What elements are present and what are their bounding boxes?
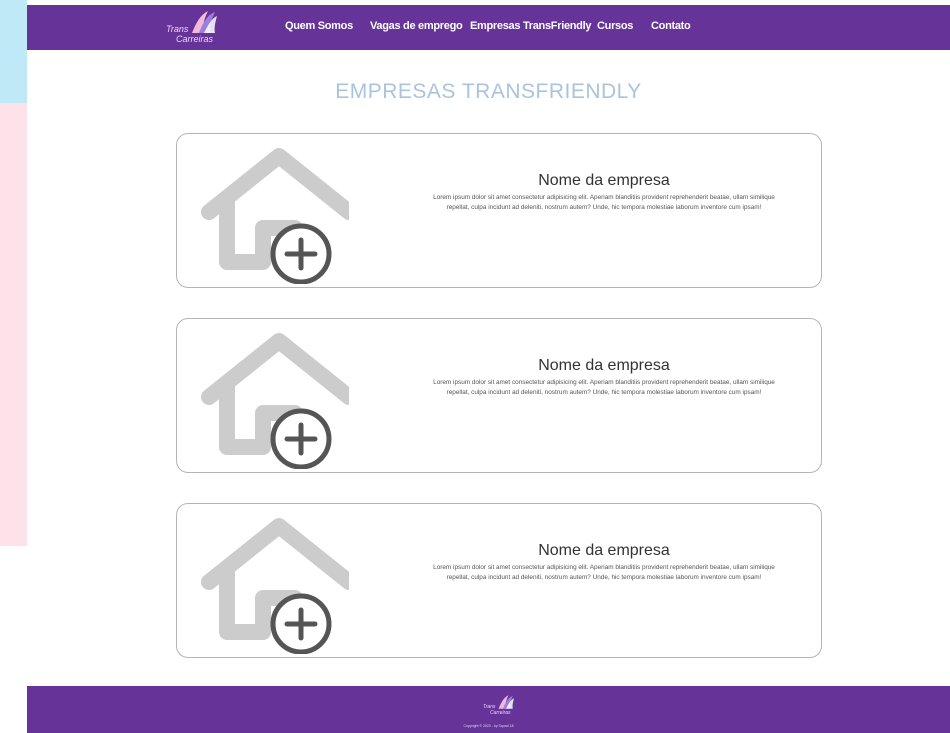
main-nav: Quem Somos Vagas de emprego Empresas Tra… bbox=[27, 5, 950, 50]
company-info: Nome da empresa Lorem ipsum dolor sit am… bbox=[424, 542, 784, 583]
footer-logo[interactable]: Trans Carreiras bbox=[483, 694, 523, 718]
nav-contato[interactable]: Contato bbox=[651, 20, 691, 32]
footer: Trans Carreiras Copyright © 2023 - by Sq… bbox=[27, 686, 950, 733]
company-description: Lorem ipsum dolor sit amet consectetur a… bbox=[433, 194, 775, 211]
nav-vagas-de-emprego[interactable]: Vagas de emprego bbox=[370, 20, 463, 32]
company-description: Lorem ipsum dolor sit amet consectetur a… bbox=[433, 564, 775, 581]
nav-cursos[interactable]: Cursos bbox=[597, 20, 633, 32]
side-decoration-blue bbox=[0, 0, 27, 103]
copyright-text: Copyright © 2023 - by Squad 18 bbox=[463, 724, 514, 728]
nav-quem-somos[interactable]: Quem Somos bbox=[285, 20, 353, 32]
company-name: Nome da empresa bbox=[538, 542, 670, 559]
company-card[interactable]: Nome da empresa Lorem ipsum dolor sit am… bbox=[176, 503, 822, 658]
nav-empresas-transfriendly[interactable]: Empresas TransFriendly bbox=[470, 20, 591, 32]
company-info: Nome da empresa Lorem ipsum dolor sit am… bbox=[424, 172, 784, 213]
house-add-icon bbox=[201, 518, 349, 654]
company-description: Lorem ipsum dolor sit amet consectetur a… bbox=[433, 379, 775, 396]
company-info: Nome da empresa Lorem ipsum dolor sit am… bbox=[424, 357, 784, 398]
ribbon-logo-icon bbox=[498, 695, 514, 709]
page-title: EMPRESAS TRANSFRIENDLY bbox=[335, 80, 642, 103]
footer-brand-line2: Carreiras bbox=[490, 710, 511, 716]
side-decoration-pink bbox=[0, 103, 27, 546]
company-card[interactable]: Nome da empresa Lorem ipsum dolor sit am… bbox=[176, 133, 822, 288]
company-card[interactable]: Nome da empresa Lorem ipsum dolor sit am… bbox=[176, 318, 822, 473]
house-add-icon bbox=[201, 333, 349, 469]
navbar: Trans Carreiras Quem Somos Vagas de empr… bbox=[27, 5, 950, 50]
company-name: Nome da empresa bbox=[538, 172, 670, 189]
company-name: Nome da empresa bbox=[538, 357, 670, 374]
house-add-icon bbox=[201, 148, 349, 284]
